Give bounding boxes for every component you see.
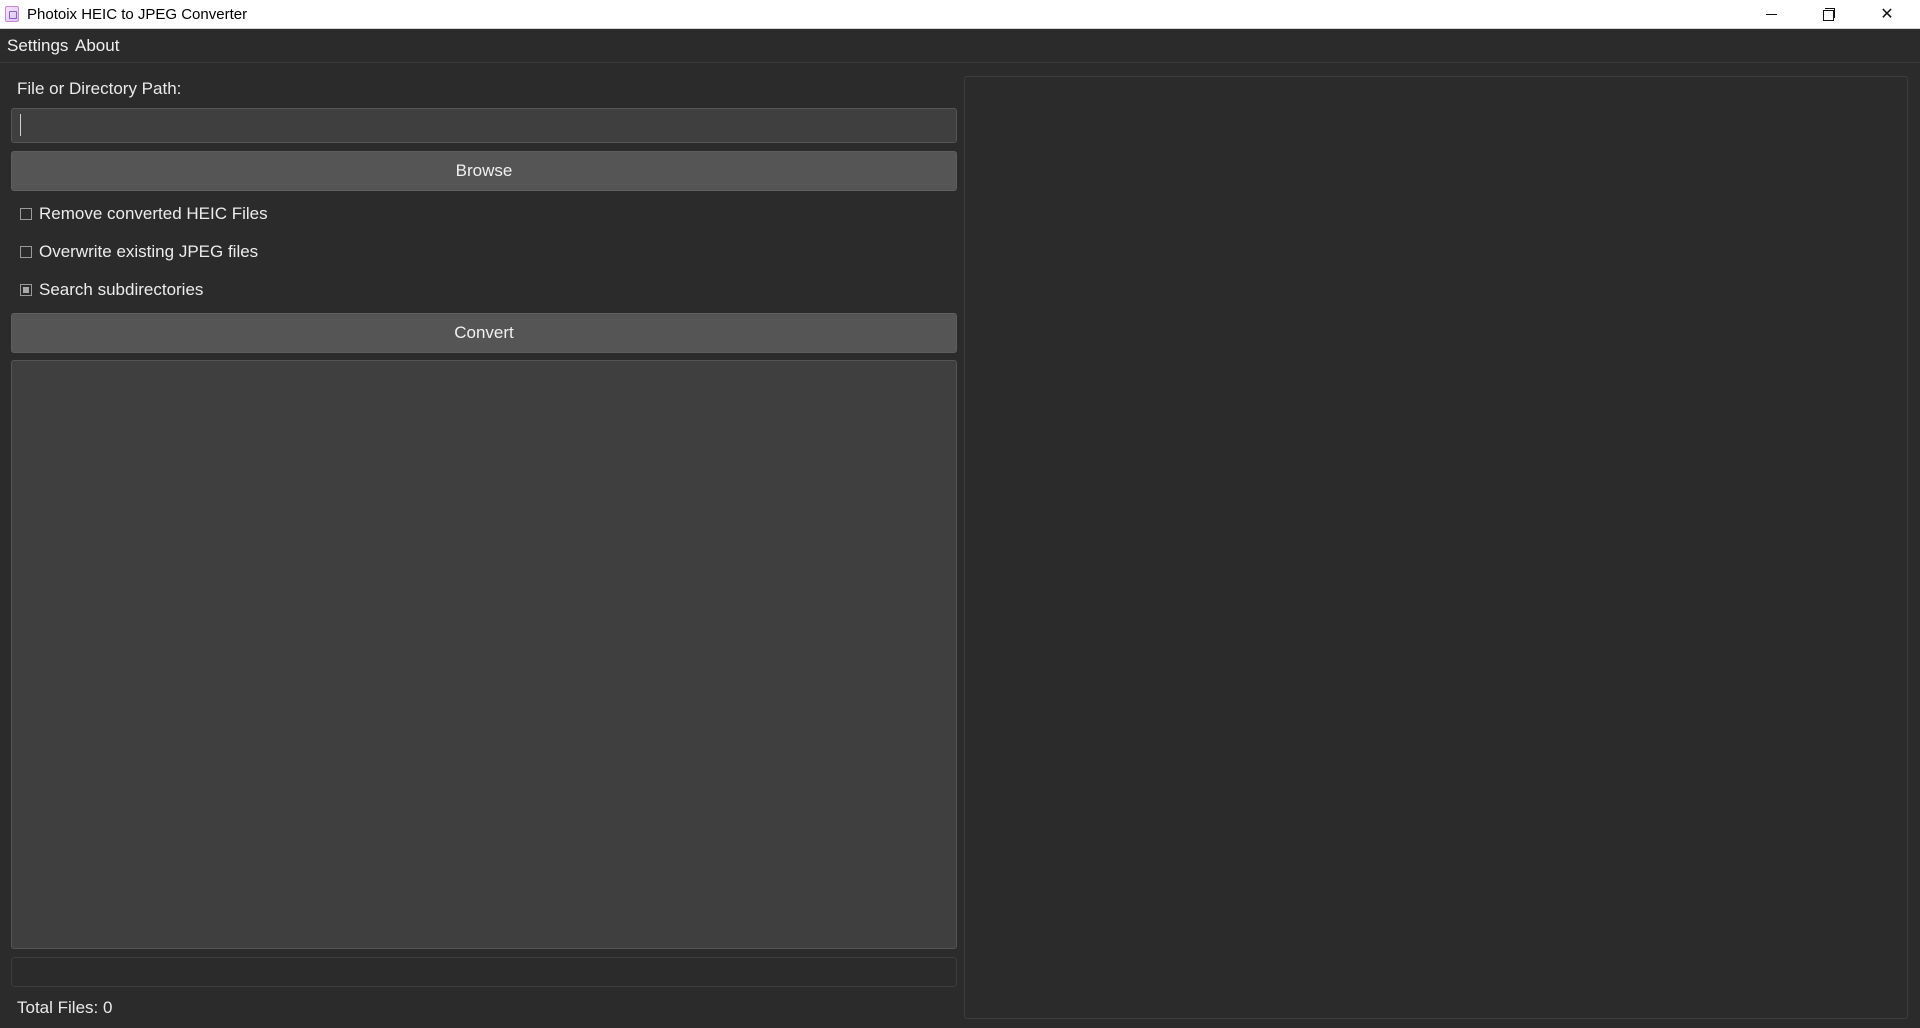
text-caret	[20, 114, 21, 136]
close-button[interactable]: ✕	[1858, 0, 1916, 28]
browse-button[interactable]: Browse	[11, 151, 957, 191]
remove-heic-label: Remove converted HEIC Files	[39, 204, 268, 223]
search-subdirectories-checkbox[interactable]	[20, 284, 32, 296]
path-label: File or Directory Path:	[17, 79, 182, 98]
minimize-icon	[1765, 13, 1777, 15]
search-subdirectories-option[interactable]: Search subdirectories	[20, 280, 203, 300]
image-preview-panel	[964, 76, 1908, 1019]
path-input[interactable]	[11, 108, 957, 143]
progress-bar	[11, 957, 957, 987]
close-icon: ✕	[1880, 6, 1894, 23]
remove-heic-checkbox[interactable]	[20, 208, 32, 220]
menu-about[interactable]: About	[75, 37, 119, 55]
title-bar: Photoix HEIC to JPEG Converter ✕	[0, 0, 1920, 29]
minimize-button[interactable]	[1742, 0, 1800, 28]
menu-settings[interactable]: Settings	[7, 37, 68, 55]
overwrite-jpeg-label: Overwrite existing JPEG files	[39, 242, 259, 261]
overwrite-jpeg-checkbox[interactable]	[20, 246, 32, 258]
remove-heic-option[interactable]: Remove converted HEIC Files	[20, 204, 268, 224]
convert-button[interactable]: Convert	[11, 313, 957, 353]
search-subdirectories-label: Search subdirectories	[39, 280, 204, 299]
app-icon	[5, 6, 19, 22]
total-files-label: Total Files: 0	[17, 998, 113, 1017]
restore-button[interactable]	[1800, 0, 1858, 28]
menu-bar: Settings About	[0, 29, 1920, 63]
window-title: Photoix HEIC to JPEG Converter	[27, 6, 248, 23]
overwrite-jpeg-option[interactable]: Overwrite existing JPEG files	[20, 242, 258, 262]
restore-icon	[1823, 8, 1835, 21]
file-list-area[interactable]	[11, 360, 957, 949]
